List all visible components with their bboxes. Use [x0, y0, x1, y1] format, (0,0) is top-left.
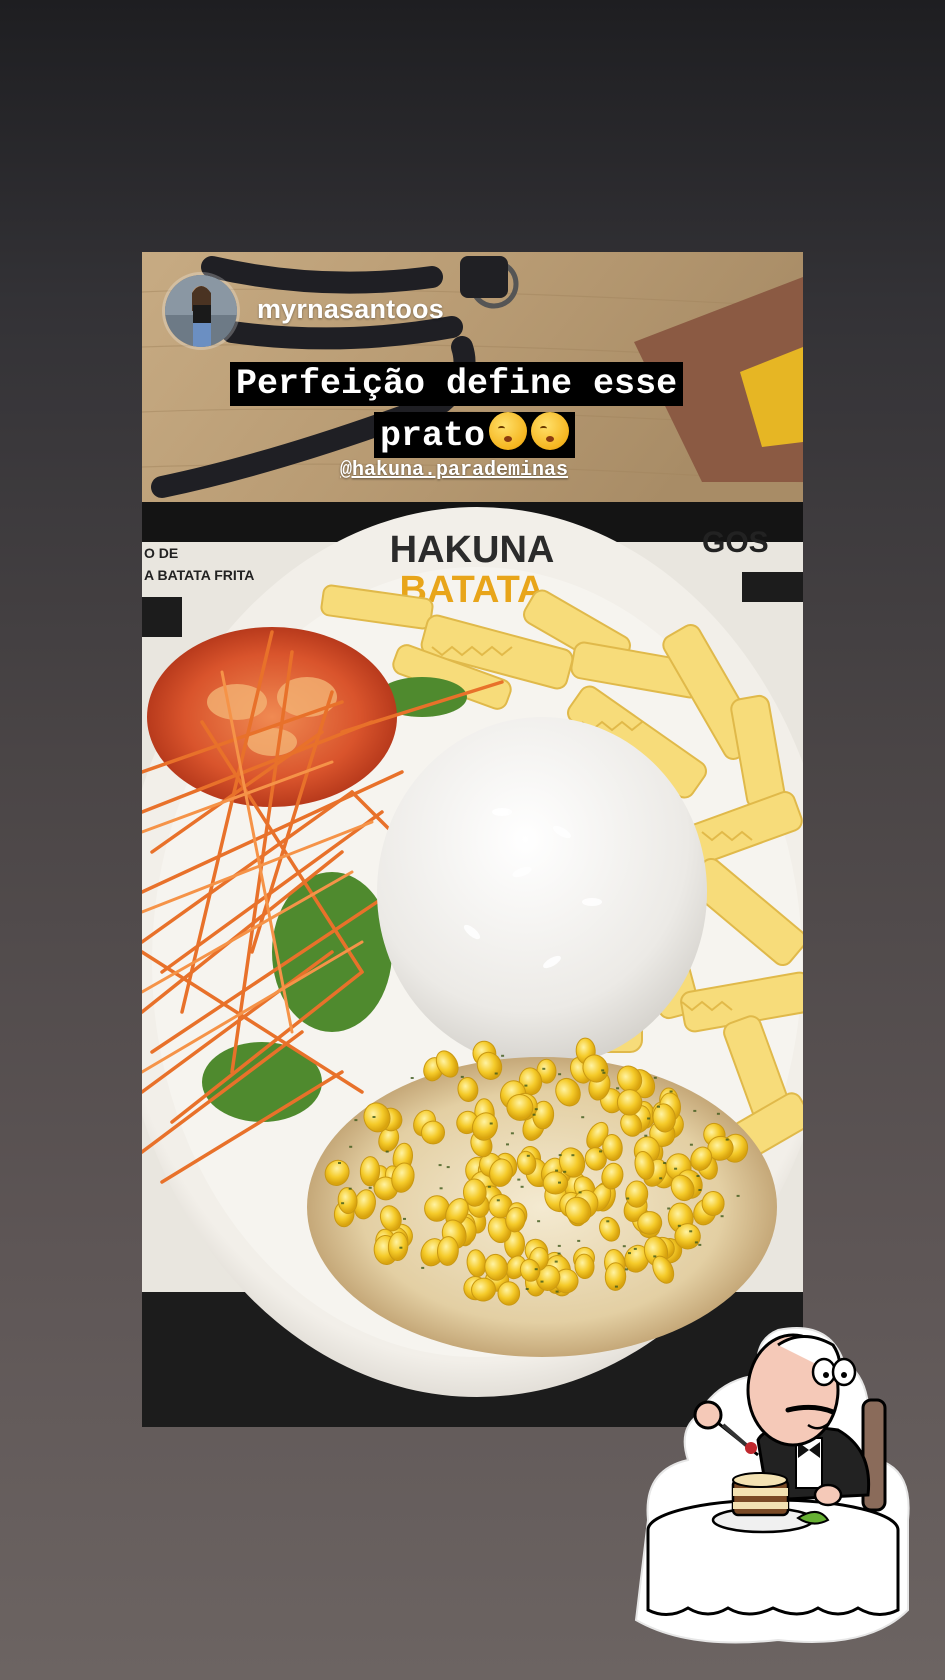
dessert-mascot-icon: [634, 1327, 910, 1644]
herb-fleck: [657, 1105, 660, 1108]
herb-fleck: [520, 1185, 524, 1188]
herb-fleck: [725, 1138, 729, 1141]
herb-fleck: [534, 1108, 538, 1111]
herb-fleck: [349, 1145, 353, 1148]
herb-fleck: [446, 1166, 450, 1169]
herb-fleck: [689, 1230, 693, 1233]
relieved-kiss-emoji-icon: [489, 412, 528, 450]
herb-fleck: [368, 1186, 372, 1189]
herb-fleck: [563, 1170, 567, 1173]
username[interactable]: myrnasantoos: [257, 294, 444, 325]
corn-kernel: [421, 1120, 445, 1145]
herb-fleck: [736, 1194, 740, 1197]
avatar[interactable]: [162, 272, 240, 350]
herb-fleck: [438, 1164, 442, 1167]
herb-fleck: [633, 1247, 637, 1250]
caption-text-2: prato: [380, 416, 486, 456]
herb-fleck: [599, 1150, 603, 1153]
herb-fleck: [534, 1268, 538, 1271]
herb-fleck: [532, 1113, 536, 1116]
herb-fleck: [555, 1290, 559, 1293]
placemat-text-3: GOS: [702, 526, 769, 559]
herb-fleck: [616, 1087, 620, 1090]
herb-fleck: [693, 1109, 697, 1112]
herb-fleck: [487, 1185, 491, 1188]
herb-fleck: [341, 1202, 345, 1205]
herb-fleck: [542, 1067, 546, 1070]
herb-fleck: [694, 1241, 698, 1244]
herb-fleck: [540, 1280, 544, 1283]
placemat-text-1: O DE: [144, 545, 178, 561]
herb-fleck: [439, 1187, 443, 1190]
mention-link[interactable]: @hakuna.parademinas: [340, 459, 568, 482]
herb-fleck: [614, 1285, 618, 1288]
herb-fleck: [677, 1224, 681, 1227]
herb-fleck: [698, 1189, 702, 1191]
herb-fleck: [622, 1245, 626, 1248]
herb-fleck: [689, 1143, 693, 1146]
herb-fleck: [399, 1246, 403, 1249]
herb-fleck: [720, 1215, 724, 1218]
herb-fleck: [601, 1069, 605, 1072]
herb-fleck: [501, 1054, 505, 1057]
herb-fleck: [602, 1071, 606, 1074]
herb-fleck: [659, 1177, 663, 1180]
herb-fleck: [577, 1239, 581, 1242]
corn-kernel: [625, 1180, 649, 1208]
herb-fleck: [716, 1112, 720, 1115]
relieved-kiss-emoji-icon: [531, 412, 570, 450]
herb-fleck: [578, 1191, 582, 1194]
herb-fleck: [489, 1122, 493, 1125]
herb-fleck: [510, 1132, 514, 1135]
herb-fleck: [571, 1154, 575, 1157]
herb-fleck: [653, 1076, 657, 1079]
herb-fleck: [624, 1268, 628, 1271]
herb-fleck: [410, 1077, 414, 1079]
herb-fleck: [348, 1187, 352, 1190]
herb-fleck: [354, 1119, 358, 1122]
herb-fleck: [558, 1073, 562, 1076]
herb-fleck: [506, 1143, 509, 1146]
herb-fleck: [557, 1244, 561, 1247]
herb-fleck: [628, 1252, 631, 1255]
herb-fleck: [421, 1266, 425, 1269]
herb-fleck: [669, 1090, 673, 1093]
herb-fleck: [647, 1117, 651, 1120]
caption-line-2: prato: [374, 412, 576, 458]
herb-fleck: [667, 1207, 671, 1210]
caption-line-1: Perfeição define esse: [230, 362, 684, 406]
herb-fleck: [338, 1162, 341, 1164]
herb-fleck: [626, 1197, 630, 1200]
herb-fleck: [698, 1243, 702, 1246]
herb-fleck: [555, 1169, 559, 1172]
caption-text-1: Perfeição define esse: [236, 364, 678, 404]
herb-fleck: [558, 1154, 562, 1157]
herb-fleck: [558, 1181, 561, 1184]
herb-fleck: [494, 1072, 498, 1075]
herb-fleck: [525, 1288, 529, 1290]
placemat-text-2: A BATATA FRITA: [144, 567, 254, 583]
story-post[interactable]: HAKUNA BATATA O DE A BATATA FRITA GOS my…: [142, 252, 803, 1427]
herb-fleck: [537, 1220, 541, 1223]
herb-fleck: [496, 1199, 500, 1202]
herb-fleck: [526, 1154, 530, 1157]
herb-fleck: [524, 1084, 528, 1087]
herb-fleck: [460, 1075, 464, 1078]
herb-fleck: [581, 1116, 585, 1119]
herb-fleck: [554, 1260, 558, 1263]
plate-logo-line1: HAKUNA: [390, 529, 555, 571]
herb-fleck: [674, 1167, 678, 1170]
herb-fleck: [517, 1178, 521, 1181]
herb-fleck: [663, 1162, 667, 1164]
herb-fleck: [653, 1255, 657, 1258]
herb-fleck: [372, 1116, 376, 1118]
herb-fleck: [403, 1217, 406, 1220]
herb-fleck: [696, 1175, 700, 1177]
herb-fleck: [644, 1134, 648, 1137]
herb-fleck: [557, 1252, 561, 1255]
corn-kernel: [542, 1171, 569, 1195]
corn-kernel: [497, 1281, 521, 1306]
herb-fleck: [606, 1220, 610, 1223]
herb-fleck: [385, 1150, 389, 1153]
